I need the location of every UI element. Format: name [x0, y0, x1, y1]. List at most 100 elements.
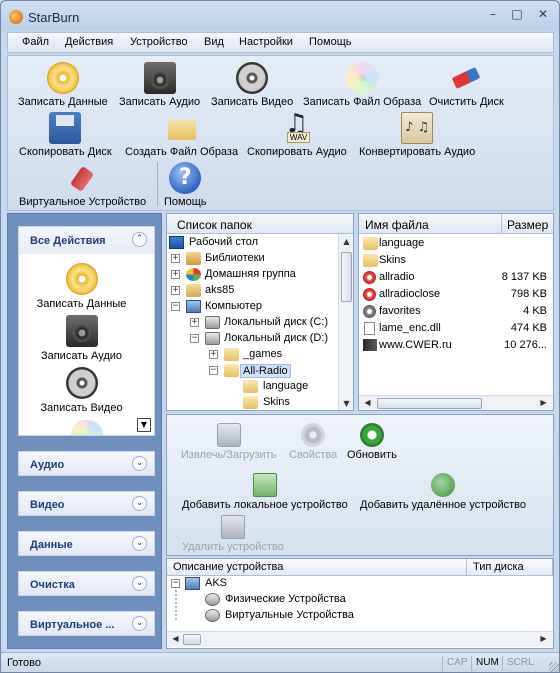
task-burn-audio[interactable]: Записать Аудио: [19, 315, 144, 362]
chevron-down-icon[interactable]: ⌄: [132, 496, 147, 511]
film-reel-icon: [65, 367, 98, 399]
erase-disc-button[interactable]: Очистить Диск: [429, 62, 504, 108]
all-actions-header[interactable]: Все Действия ⌃: [19, 227, 154, 254]
collapse-minus-icon[interactable]: −: [171, 302, 180, 311]
expand-plus-icon[interactable]: +: [171, 254, 180, 263]
remove-device-button[interactable]: Удалить устройство: [182, 515, 284, 553]
chevron-down-icon[interactable]: ⌄: [132, 616, 147, 631]
add-local-device-button[interactable]: Добавить локальное устройство: [182, 473, 348, 511]
convert-audio-button[interactable]: Конвертировать Аудио: [359, 112, 475, 158]
virtual-device-button[interactable]: Виртуальное Устройство: [19, 162, 146, 208]
file-row[interactable]: www.CWER.ru 10 276...: [359, 337, 553, 354]
video-group[interactable]: Видео ⌄: [18, 491, 155, 516]
disc-type-column[interactable]: Тип диска: [467, 559, 553, 576]
menu-bar: Файл Действия Устройство Вид Настройки П…: [7, 32, 554, 53]
file-row[interactable]: lame_enc.dll 474 KB: [359, 320, 553, 337]
expand-plus-icon[interactable]: +: [209, 350, 218, 359]
create-image-button[interactable]: Создать Файл Образа: [125, 112, 238, 158]
scrollbar-thumb[interactable]: [183, 634, 201, 645]
collapse-minus-icon[interactable]: −: [171, 579, 180, 588]
folder-tree-title: Список папок: [177, 218, 252, 232]
task-burn-video[interactable]: Записать Видео: [19, 367, 144, 414]
burn-image-button[interactable]: Записать Файл Образа: [303, 62, 421, 108]
folder-icon: [363, 254, 378, 267]
menu-help[interactable]: Помощь: [309, 36, 352, 48]
scroll-up-arrow-icon[interactable]: ▲: [341, 236, 352, 247]
menu-file[interactable]: Файл: [22, 36, 49, 48]
cd-icon: [46, 62, 79, 94]
num-lock-indicator: NUM: [471, 656, 503, 671]
audio-group[interactable]: Аудио ⌄: [18, 451, 155, 476]
file-row[interactable]: allradioclose 798 KB: [359, 286, 553, 303]
copy-disc-button[interactable]: Скопировать Диск: [19, 112, 112, 158]
scrollbar-thumb[interactable]: [341, 252, 352, 302]
virtual-group[interactable]: Виртуальное ... ⌄: [18, 611, 155, 636]
file-list-hscrollbar[interactable]: ◀ ▶: [359, 395, 553, 410]
column-size-header[interactable]: Размер: [507, 218, 548, 232]
physical-devices-icon: [205, 593, 220, 606]
scroll-down-arrow-icon[interactable]: ▼: [341, 398, 352, 409]
file-name: allradio: [379, 271, 415, 283]
tree-label-selected: All-Radio: [240, 364, 291, 378]
tree-label: AKS: [205, 577, 228, 589]
scrollbar-thumb[interactable]: [377, 398, 482, 409]
eraser-icon: [450, 62, 482, 94]
burn-data-label: Записать Данные: [18, 96, 108, 108]
file-row[interactable]: language: [359, 235, 553, 252]
copy-audio-button[interactable]: Скопировать Аудио: [247, 109, 347, 158]
scroll-left-arrow-icon[interactable]: ◀: [362, 397, 373, 408]
file-name: allradioclose: [379, 288, 441, 300]
device-tree: Описание устройства Тип диска − AKS Физи…: [166, 558, 554, 649]
file-list-panel: Имя файла Размер language Skins allradio…: [358, 213, 554, 411]
disc-image-icon: [346, 62, 379, 94]
add-local-device-icon: [252, 473, 277, 497]
homegroup-icon: [186, 268, 201, 281]
folder-tree-scrollbar[interactable]: ▲ ▼: [338, 234, 353, 410]
menu-view[interactable]: Вид: [204, 36, 224, 48]
scroll-left-arrow-icon[interactable]: ◀: [170, 633, 181, 644]
burn-video-button[interactable]: Записать Видео: [211, 62, 293, 108]
expand-plus-icon[interactable]: +: [171, 270, 180, 279]
resize-grip-icon[interactable]: [549, 662, 559, 672]
file-row[interactable]: allradio 8 137 KB: [359, 269, 553, 286]
collapse-minus-icon[interactable]: −: [190, 334, 199, 343]
collapse-minus-icon[interactable]: −: [209, 366, 218, 375]
add-remote-device-button[interactable]: Добавить удалённое устройство: [360, 473, 526, 511]
scroll-right-arrow-icon[interactable]: ▶: [538, 397, 549, 408]
title-bar[interactable]: StarBurn – □ ✕: [1, 1, 559, 31]
data-group[interactable]: Данные ⌄: [18, 531, 155, 556]
speaker-icon: [143, 62, 176, 94]
desktop-icon: [169, 236, 184, 249]
erase-group-title: Очистка: [30, 579, 75, 591]
chevron-down-icon[interactable]: ⌄: [132, 536, 147, 551]
erase-group[interactable]: Очистка ⌄: [18, 571, 155, 596]
burn-audio-button[interactable]: Записать Аудио: [119, 62, 200, 108]
minimize-button[interactable]: –: [485, 7, 501, 23]
chevron-down-icon[interactable]: ⌄: [132, 576, 147, 591]
menu-actions[interactable]: Действия: [65, 36, 113, 48]
expand-plus-icon[interactable]: +: [190, 318, 199, 327]
help-button[interactable]: ? Помощь: [164, 162, 207, 208]
eject-button[interactable]: Извлечь/Загрузить: [181, 423, 276, 461]
burn-data-button[interactable]: Записать Данные: [18, 62, 108, 108]
scroll-right-arrow-icon[interactable]: ▶: [538, 633, 549, 644]
expand-plus-icon[interactable]: +: [171, 286, 180, 295]
refresh-button[interactable]: Обновить: [347, 423, 397, 461]
file-row[interactable]: Skins: [359, 252, 553, 269]
device-tree-hscrollbar[interactable]: ◀ ▶: [167, 631, 553, 647]
properties-button[interactable]: Свойства: [289, 423, 337, 461]
chevron-up-icon[interactable]: ⌃: [132, 232, 147, 247]
menu-settings[interactable]: Настройки: [239, 36, 293, 48]
task-burn-data-label: Записать Данные: [36, 298, 127, 310]
maximize-button[interactable]: □: [509, 7, 525, 23]
task-burn-data[interactable]: Записать Данные: [19, 263, 144, 310]
column-name-header[interactable]: Имя файла: [365, 218, 429, 232]
chevron-down-icon[interactable]: ⌄: [132, 456, 147, 471]
close-button[interactable]: ✕: [535, 7, 551, 23]
menu-device[interactable]: Устройство: [130, 36, 188, 48]
file-size: 10 276...: [504, 339, 547, 351]
scroll-down-button[interactable]: ▼: [137, 418, 151, 432]
device-description-column[interactable]: Описание устройства: [167, 559, 467, 576]
folder-icon: [243, 396, 258, 409]
file-row[interactable]: favorites 4 KB: [359, 303, 553, 320]
